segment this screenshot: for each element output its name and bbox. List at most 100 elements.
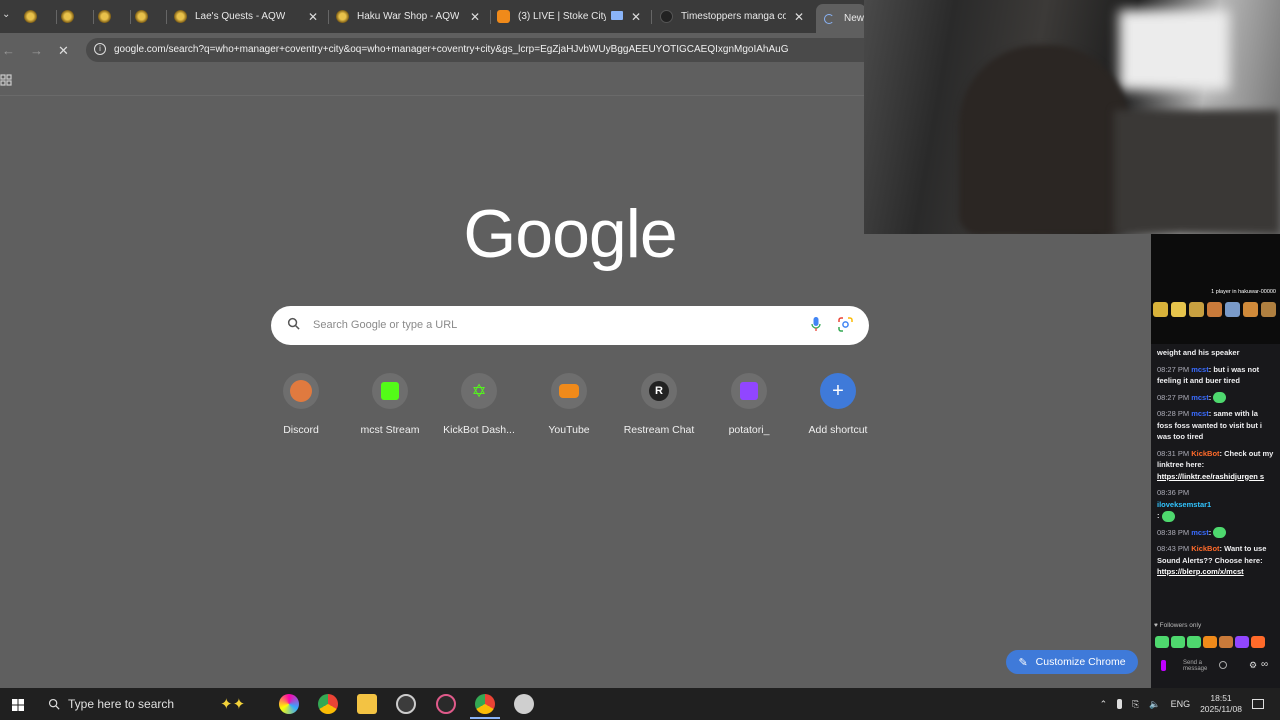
aqw-icon	[135, 10, 148, 23]
microphone-icon[interactable]	[811, 317, 821, 332]
emote-icon[interactable]	[1187, 636, 1201, 648]
close-tab-icon[interactable]: ✕	[794, 10, 804, 24]
microphone-icon[interactable]	[1117, 699, 1123, 709]
apps-grid-icon[interactable]	[0, 74, 12, 89]
obs-icon[interactable]	[396, 694, 416, 714]
search-box[interactable]: Search Google or type a URL	[271, 306, 869, 345]
kick-icon	[372, 373, 408, 409]
emote-icon[interactable]	[1171, 636, 1185, 648]
site-icon	[660, 10, 673, 23]
chat-message: 08:36 PM iloveksemstar1:	[1157, 488, 1212, 522]
aqw-icon	[24, 10, 37, 23]
twitch-icon	[731, 373, 767, 409]
chat-message: 08:27 PM mcst:	[1157, 392, 1275, 404]
close-tab-icon[interactable]: ✕	[631, 10, 641, 24]
snipping-tool-icon[interactable]	[436, 694, 456, 714]
game-icons	[1153, 302, 1276, 317]
infinity-icon[interactable]: ∞	[1261, 659, 1268, 670]
taskbar-search[interactable]: Type here to search ✦✦	[40, 688, 270, 720]
notifications-icon[interactable]	[1252, 699, 1264, 709]
tab-pinned-2[interactable]	[61, 4, 91, 29]
tab-timestoppers[interactable]: Timestoppers manga co ✕	[660, 4, 810, 29]
chrome-profile-icon[interactable]	[475, 694, 495, 714]
shortcut-potatori[interactable]: potatori_	[704, 373, 794, 436]
language-indicator[interactable]: ENG	[1171, 699, 1191, 709]
game-icon	[1171, 302, 1186, 317]
tab-laes-quests[interactable]: Lae's Quests - AQW ✕	[174, 4, 324, 29]
copilot-icon[interactable]	[279, 694, 299, 714]
tab-pinned-3[interactable]	[98, 4, 128, 29]
taskbar: Type here to search ✦✦ ⌃ ⎘ 🔈 ENG 18:51 2…	[0, 688, 1280, 720]
volume-icon[interactable]: 🔈	[1149, 699, 1160, 710]
followers-only-label: ♥ Followers only	[1154, 622, 1202, 629]
youtube-icon	[551, 373, 587, 409]
emote-icon[interactable]	[1203, 636, 1217, 648]
emote-bar[interactable]	[1155, 636, 1265, 648]
game-icon	[1207, 302, 1222, 317]
emote-icon[interactable]	[1219, 636, 1233, 648]
settings-icon[interactable]: ⚙	[1249, 660, 1257, 671]
shortcut-kickbot-dash[interactable]: ✡ KickBot Dash...	[434, 373, 524, 436]
shortcut-youtube[interactable]: YouTube	[524, 373, 614, 436]
chrome-icon[interactable]	[318, 694, 338, 714]
game-icon	[1261, 302, 1276, 317]
game-icon	[1225, 302, 1240, 317]
network-icon[interactable]: ⎘	[1132, 699, 1139, 710]
game-icon	[1153, 302, 1168, 317]
kickbot-icon: ✡	[461, 373, 497, 409]
game-overlay: 1 player in hakuwar-00000	[1151, 234, 1280, 344]
emote-icon	[1213, 392, 1227, 404]
clock[interactable]: 18:51 2025/11/08	[1200, 693, 1242, 715]
back-icon[interactable]: ←	[2, 43, 15, 58]
file-explorer-icon[interactable]	[357, 694, 377, 714]
forward-icon[interactable]: →	[30, 43, 43, 58]
game-caption: 1 player in hakuwar-00000	[1211, 289, 1276, 295]
active-app-indicator	[470, 717, 500, 719]
plus-icon: +	[820, 373, 856, 409]
mic-icon[interactable]	[1161, 660, 1166, 671]
stop-icon[interactable]: ✕	[58, 43, 69, 59]
system-tray: ⌃ ⎘ 🔈 ENG 18:51 2025/11/08	[1100, 688, 1264, 720]
tab-search-chevron-icon[interactable]: ⌄	[2, 9, 10, 20]
shortcut-mcst-stream[interactable]: mcst Stream	[345, 373, 435, 436]
chat-message: 08:38 PM mcst:	[1157, 527, 1275, 539]
chat-message: 08:43 PM KickBot: Want to use Sound Aler…	[1157, 544, 1267, 577]
site-info-icon[interactable]: i	[94, 43, 106, 55]
chat-send-bar[interactable]: Send a message ⚙ ∞	[1157, 656, 1275, 678]
google-lens-icon[interactable]	[838, 317, 853, 332]
webcam-couch	[1114, 110, 1280, 234]
customize-chrome-button[interactable]: ✎ Customize Chrome	[1006, 650, 1138, 674]
game-icon	[1189, 302, 1204, 317]
close-tab-icon[interactable]: ✕	[308, 10, 318, 24]
aqw-icon	[98, 10, 111, 23]
tab-live-stoke-city[interactable]: (3) LIVE | Stoke City v ✕	[497, 4, 647, 29]
chat-link[interactable]: https://blerp.com/x/mcst	[1157, 567, 1244, 576]
emote-icon[interactable]	[1251, 636, 1265, 648]
shortcut-add[interactable]: + Add shortcut	[793, 373, 883, 436]
windows-start-icon[interactable]	[12, 698, 24, 716]
emote-icon[interactable]	[1235, 636, 1249, 648]
restream-icon: R	[641, 373, 677, 409]
webcam-overlay	[864, 0, 1280, 234]
google-logo: Google	[463, 196, 677, 272]
tab-haku-war-shop[interactable]: Haku War Shop - AQW ✕	[336, 4, 486, 29]
tab-new-tab[interactable]: New T	[816, 4, 866, 33]
shortcut-restream-chat[interactable]: R Restream Chat	[614, 373, 704, 436]
tab-pinned-4[interactable]	[135, 4, 165, 29]
pencil-icon: ✎	[1018, 656, 1028, 669]
chat-link[interactable]: https://linktr.ee/rashidjurgen s	[1157, 472, 1264, 481]
tab-pinned-1[interactable]	[24, 4, 54, 29]
search-input[interactable]: Search Google or type a URL	[313, 319, 457, 331]
chat-input[interactable]: Send a message	[1183, 660, 1213, 672]
close-tab-icon[interactable]: ✕	[470, 10, 480, 24]
emote-icon[interactable]	[1155, 636, 1169, 648]
address-bar[interactable]: i google.com/search?q=who+manager+covent…	[86, 38, 886, 62]
shortcut-discord[interactable]: Discord	[256, 373, 346, 436]
chevron-up-icon[interactable]: ⌃	[1100, 699, 1108, 710]
url-text[interactable]: google.com/search?q=who+manager+coventry…	[114, 44, 864, 55]
chat-log: weight and his speaker 08:27 PM mcst: bu…	[1157, 347, 1275, 583]
emoji-icon[interactable]	[1219, 661, 1227, 669]
aqw-icon	[174, 10, 187, 23]
app-icon[interactable]	[514, 694, 534, 714]
divider	[0, 95, 864, 96]
